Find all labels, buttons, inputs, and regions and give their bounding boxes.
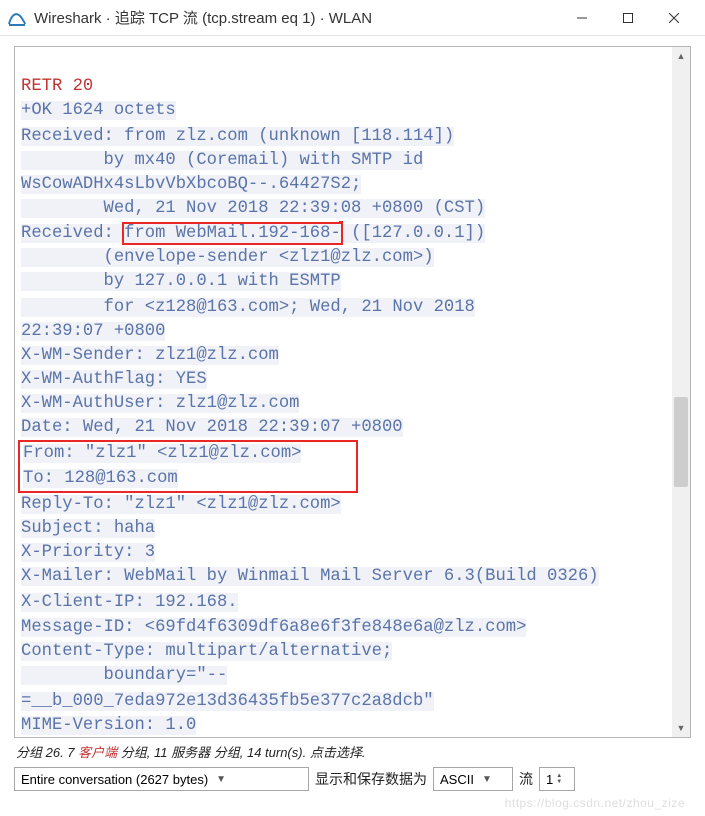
line: by 127.0.0.1 with ESMTP bbox=[21, 272, 341, 291]
client-count: 客户端 bbox=[78, 745, 117, 760]
watermark: https://blog.csdn.net/zhou_zize bbox=[505, 796, 685, 810]
encoding-select[interactable]: ASCII ▼ bbox=[433, 767, 513, 791]
tcp-stream-content[interactable]: RETR 20 +OK 1624 octets Received: from z… bbox=[14, 46, 691, 738]
server-label: 服务器 bbox=[171, 745, 210, 760]
chevron-down-icon: ▼ bbox=[216, 774, 226, 785]
line: Date: Wed, 21 Nov 2018 22:39:07 +0800 bbox=[21, 418, 403, 437]
line: for <z bbox=[21, 298, 165, 317]
conversation-select[interactable]: Entire conversation (2627 bytes) ▼ bbox=[14, 767, 309, 791]
line: MIME-Version: 1.0 bbox=[21, 716, 196, 735]
status-line: 分组 26. 7 客户端 分组, 11 服务器 分组, 14 turn(s). … bbox=[14, 738, 691, 763]
line: WsCowADHx4sLbvVbXbcoBQ--.64427S2; bbox=[21, 175, 361, 194]
highlight-from-to: From: "zlz1" <zlz1@zlz.com> To: 128@163.… bbox=[18, 440, 358, 494]
line: 128@163.com>; Wed, 21 Nov 2018 bbox=[165, 298, 474, 317]
scroll-up-icon[interactable]: ▲ bbox=[672, 47, 690, 65]
stream-label: 流 bbox=[519, 769, 533, 789]
command-line: RETR 20 bbox=[21, 77, 93, 96]
save-as-label: 显示和保存数据为 bbox=[315, 769, 427, 789]
line: Message-ID: <69fd4f6309df6a8e6 bbox=[21, 618, 330, 637]
stream-text: RETR 20 +OK 1624 octets Received: from z… bbox=[15, 47, 690, 738]
line: (envelope-sender <zlz1@zlz.com>) bbox=[21, 248, 434, 267]
line: Content-Type: multipart/alternative; bbox=[21, 642, 392, 661]
from-line: From: "zlz1" <zlz1@zlz.com> bbox=[23, 444, 301, 463]
line: =__b_000_7eda972e13d36435fb5e377c2a8dcb bbox=[21, 692, 423, 711]
line: ([127.0.0.1]) bbox=[341, 224, 485, 243]
line: X-Mailer: WebMail by Winmail Mail Server… bbox=[21, 567, 599, 586]
line: ]) bbox=[434, 127, 455, 146]
chevron-down-icon: ▼ bbox=[482, 774, 492, 785]
line: 22:39:07 +0800 bbox=[21, 322, 165, 341]
line: Wed, 21 Nov 2018 22:39:08 +0800 (CST) bbox=[21, 199, 485, 218]
spinner-icon[interactable]: ▲▼ bbox=[556, 773, 562, 785]
line: X-WM-AuthUser: zlz1@zlz.com bbox=[21, 394, 299, 413]
line: boundary="-- bbox=[21, 666, 227, 685]
window-controls bbox=[559, 3, 697, 33]
line: by mx40 (Coremail) with SMTP id bbox=[21, 151, 423, 170]
stream-number-input[interactable]: 1 ▲▼ bbox=[539, 767, 575, 791]
wireshark-icon bbox=[8, 9, 26, 27]
titlebar: Wireshark · 追踪 TCP 流 (tcp.stream eq 1) ·… bbox=[0, 0, 705, 36]
line: Received: from zlz.com (unknown [118.114 bbox=[21, 127, 434, 146]
scrollbar[interactable]: ▲ ▼ bbox=[672, 47, 690, 737]
maximize-button[interactable] bbox=[605, 3, 651, 33]
scroll-down-icon[interactable]: ▼ bbox=[672, 719, 690, 737]
line: +OK 1624 octets bbox=[21, 101, 176, 120]
line: X-WM-AuthFlag: YES bbox=[21, 370, 207, 389]
to-line: To: bbox=[23, 469, 64, 488]
close-button[interactable] bbox=[651, 3, 697, 33]
line: Received: bbox=[21, 224, 124, 243]
line: Reply-To: "zlz1" <zlz1@zlz.com> bbox=[21, 495, 341, 514]
bottom-toolbar: Entire conversation (2627 bytes) ▼ 显示和保存… bbox=[14, 763, 691, 791]
highlight-received-from: from WebMail.192-168- bbox=[124, 224, 341, 243]
line: Subject: haha bbox=[21, 519, 155, 538]
window-title: Wireshark · 追踪 TCP 流 (tcp.stream eq 1) ·… bbox=[34, 7, 559, 28]
scroll-thumb[interactable] bbox=[674, 397, 688, 487]
line: X-WM-Sender: zlz1@zlz.com bbox=[21, 346, 279, 365]
line: X-Client-IP: 192.168. bbox=[21, 593, 238, 612]
minimize-button[interactable] bbox=[559, 3, 605, 33]
line: X-Priority: 3 bbox=[21, 543, 155, 562]
